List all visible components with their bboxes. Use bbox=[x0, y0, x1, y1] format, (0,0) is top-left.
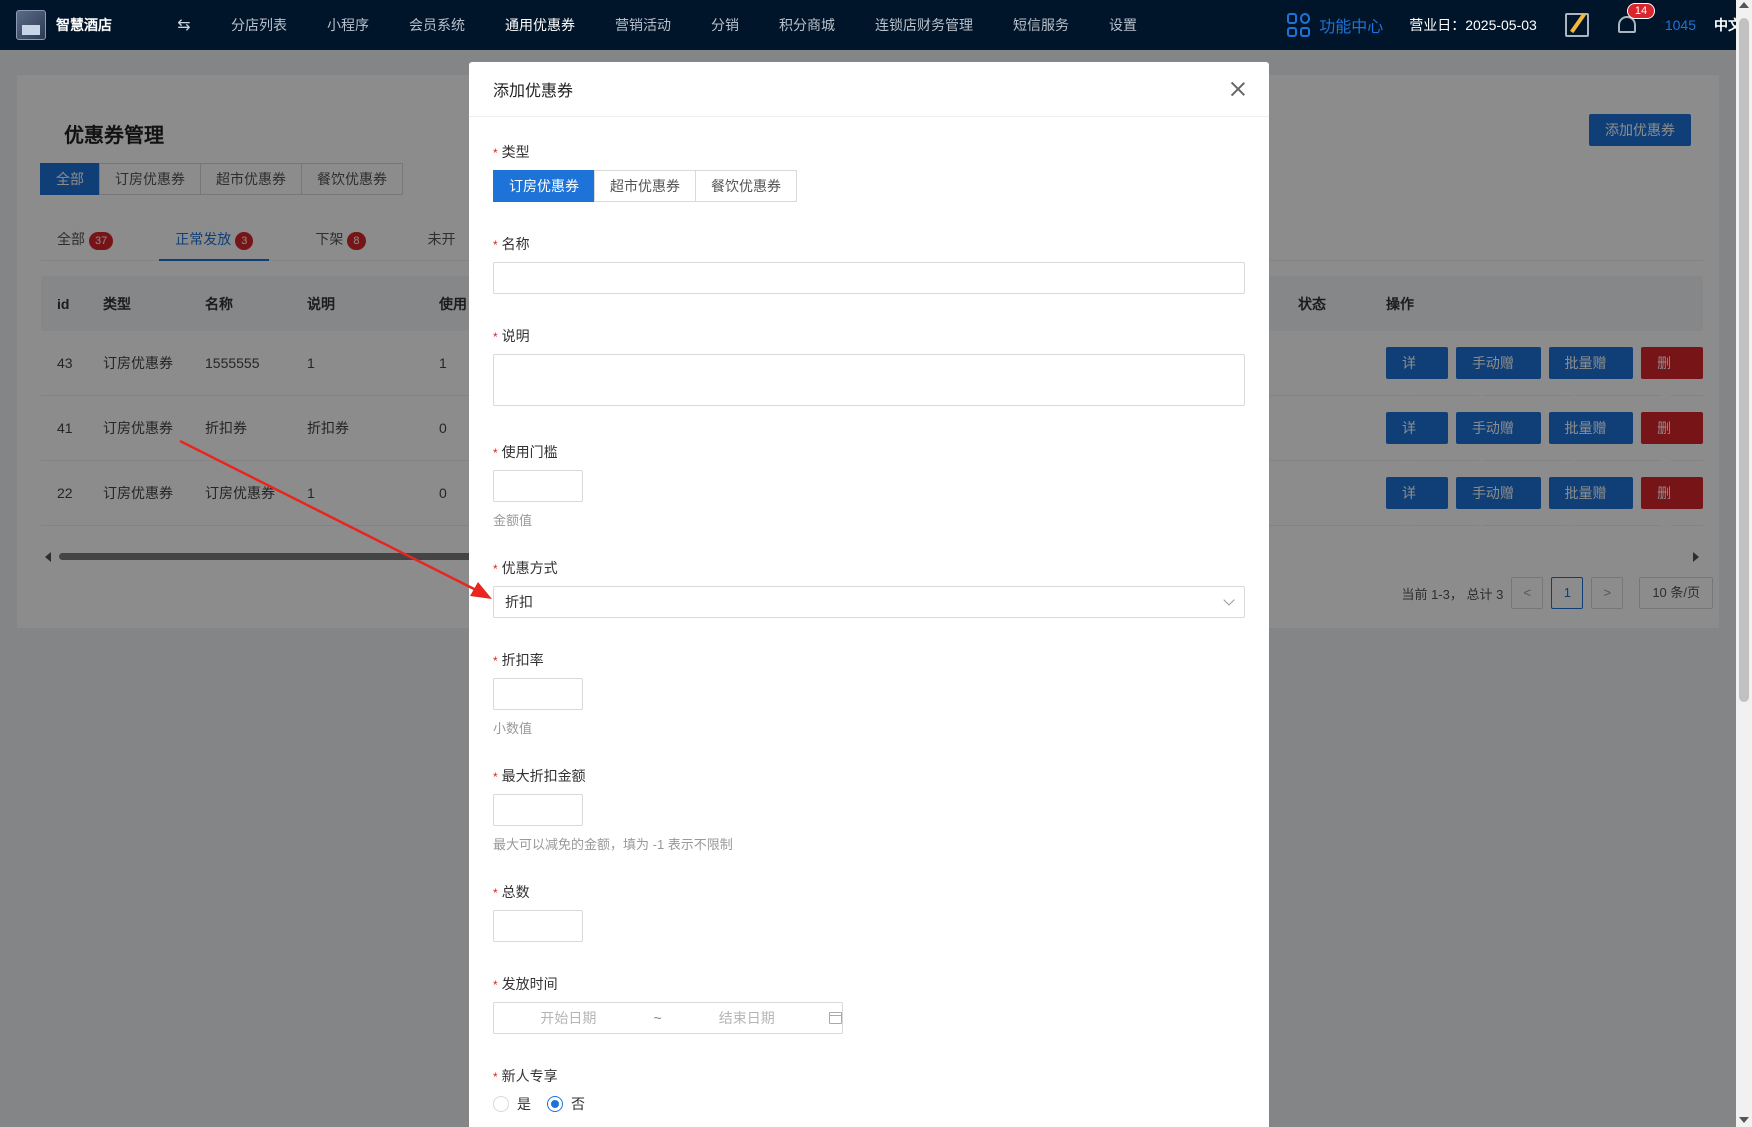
nav-item-marketing[interactable]: 营销活动 bbox=[595, 0, 691, 50]
field-label: * 类型 bbox=[493, 144, 530, 160]
nav-item-distribution[interactable]: 分销 bbox=[691, 0, 759, 50]
field-discount-method: * 优惠方式 折扣 bbox=[493, 558, 1245, 618]
max-discount-input[interactable] bbox=[493, 794, 583, 826]
range-separator: ~ bbox=[653, 1010, 662, 1026]
language-switch[interactable]: 中文 bbox=[1714, 15, 1736, 35]
type-option-market[interactable]: 超市优惠券 bbox=[594, 170, 696, 202]
switch-icon[interactable]: ⇆ bbox=[175, 15, 193, 35]
field-label: * 折扣率 bbox=[493, 652, 544, 668]
field-label: * 总数 bbox=[493, 884, 530, 900]
field-label: * 优惠方式 bbox=[493, 560, 558, 576]
type-option-room[interactable]: 订房优惠券 bbox=[493, 170, 595, 202]
radio-checked-icon bbox=[547, 1096, 563, 1112]
nav-item-points-mall[interactable]: 积分商城 bbox=[759, 0, 855, 50]
notification-badge: 14 bbox=[1626, 3, 1656, 19]
calendar-icon bbox=[829, 1012, 843, 1024]
date-range-picker[interactable]: 开始日期 ~ 结束日期 bbox=[493, 1002, 843, 1034]
total-input[interactable] bbox=[493, 910, 583, 942]
nav-item-branch-list[interactable]: 分店列表 bbox=[211, 0, 307, 50]
top-right-area: 功能中心 营业日：2025-05-03 14 1045 中文 bbox=[1287, 0, 1736, 50]
field-description: * 说明 bbox=[493, 326, 1245, 409]
apps-grid-icon bbox=[1287, 13, 1311, 37]
field-label: * 发放时间 bbox=[493, 976, 558, 992]
main-nav: 分店列表 小程序 会员系统 通用优惠券 营销活动 分销 积分商城 连锁店财务管理… bbox=[211, 0, 1157, 50]
rate-hint: 小数值 bbox=[493, 721, 533, 736]
radio-circle-icon bbox=[493, 1096, 509, 1112]
add-coupon-modal: 添加优惠券 * 类型 订房优惠券 超市优惠券 餐饮优惠券 * 名称 * 说明 * 使用门… bbox=[469, 62, 1269, 1127]
radio-label: 否 bbox=[571, 1096, 585, 1112]
type-segmented: 订房优惠券 超市优惠券 餐饮优惠券 bbox=[493, 170, 797, 202]
radio-no[interactable]: 否 bbox=[547, 1094, 585, 1114]
newbie-radio-group: 是 否 bbox=[493, 1094, 601, 1114]
threshold-input[interactable] bbox=[493, 470, 583, 502]
end-date-input[interactable]: 结束日期 bbox=[672, 1008, 821, 1028]
nav-item-member-system[interactable]: 会员系统 bbox=[389, 0, 485, 50]
radio-label: 是 bbox=[517, 1096, 531, 1112]
field-name: * 名称 bbox=[493, 234, 1245, 294]
field-type: * 类型 订房优惠券 超市优惠券 餐饮优惠券 bbox=[493, 142, 797, 202]
field-label: * 新人专享 bbox=[493, 1068, 558, 1084]
scroll-down-icon[interactable] bbox=[1739, 1117, 1749, 1123]
edit-note-icon[interactable] bbox=[1564, 13, 1589, 37]
page-vertical-scrollbar[interactable] bbox=[1736, 0, 1752, 1127]
modal-header: 添加优惠券 bbox=[469, 62, 1269, 117]
nav-item-chain-finance[interactable]: 连锁店财务管理 bbox=[855, 0, 993, 50]
nav-item-sms[interactable]: 短信服务 bbox=[993, 0, 1089, 50]
scrollbar-thumb[interactable] bbox=[1739, 18, 1749, 702]
function-center-link[interactable]: 功能中心 bbox=[1287, 13, 1383, 37]
brand[interactable]: 智慧酒店 bbox=[0, 10, 175, 40]
business-day: 营业日：2025-05-03 bbox=[1409, 17, 1537, 33]
field-label: * 最大折扣金额 bbox=[493, 768, 586, 784]
field-newbie: * 新人专享 是 否 bbox=[493, 1066, 601, 1114]
discount-rate-input[interactable] bbox=[493, 678, 583, 710]
nav-item-settings[interactable]: 设置 bbox=[1089, 0, 1157, 50]
field-label: * 使用门槛 bbox=[493, 444, 558, 460]
hotel-logo-icon bbox=[16, 10, 46, 40]
field-total: * 总数 bbox=[493, 882, 583, 942]
name-input[interactable] bbox=[493, 262, 1245, 294]
discount-method-select[interactable]: 折扣 bbox=[493, 586, 1245, 618]
select-value: 折扣 bbox=[505, 594, 533, 610]
field-discount-rate: * 折扣率 小数值 bbox=[493, 650, 583, 737]
radio-yes[interactable]: 是 bbox=[493, 1094, 531, 1114]
close-icon[interactable] bbox=[1231, 82, 1245, 96]
field-max-discount: * 最大折扣金额 最大可以减免的金额，填为 -1 表示不限制 bbox=[493, 766, 733, 853]
brand-name: 智慧酒店 bbox=[56, 17, 112, 33]
type-option-dining[interactable]: 餐饮优惠券 bbox=[695, 170, 797, 202]
chevron-down-icon bbox=[1223, 594, 1235, 606]
nav-item-general-coupon[interactable]: 通用优惠券 bbox=[485, 0, 595, 50]
description-textarea[interactable] bbox=[493, 354, 1245, 406]
threshold-hint: 金额值 bbox=[493, 513, 533, 528]
top-nav-bar: 智慧酒店 ⇆ 分店列表 小程序 会员系统 通用优惠券 营销活动 分销 积分商城 … bbox=[0, 0, 1736, 50]
field-label: * 名称 bbox=[493, 236, 530, 252]
user-id[interactable]: 1045 bbox=[1665, 17, 1696, 33]
notification-bell[interactable]: 14 bbox=[1615, 3, 1656, 37]
function-center-label: 功能中心 bbox=[1319, 19, 1384, 36]
start-date-input[interactable]: 开始日期 bbox=[494, 1008, 643, 1028]
field-issue-time: * 发放时间 开始日期 ~ 结束日期 bbox=[493, 974, 843, 1034]
nav-item-mini-program[interactable]: 小程序 bbox=[307, 0, 389, 50]
modal-title: 添加优惠券 bbox=[493, 83, 574, 100]
max-discount-hint: 最大可以减免的金额，填为 -1 表示不限制 bbox=[493, 837, 733, 852]
scroll-up-icon[interactable] bbox=[1739, 2, 1749, 8]
field-label: * 说明 bbox=[493, 328, 530, 344]
field-threshold: * 使用门槛 金额值 bbox=[493, 442, 583, 529]
